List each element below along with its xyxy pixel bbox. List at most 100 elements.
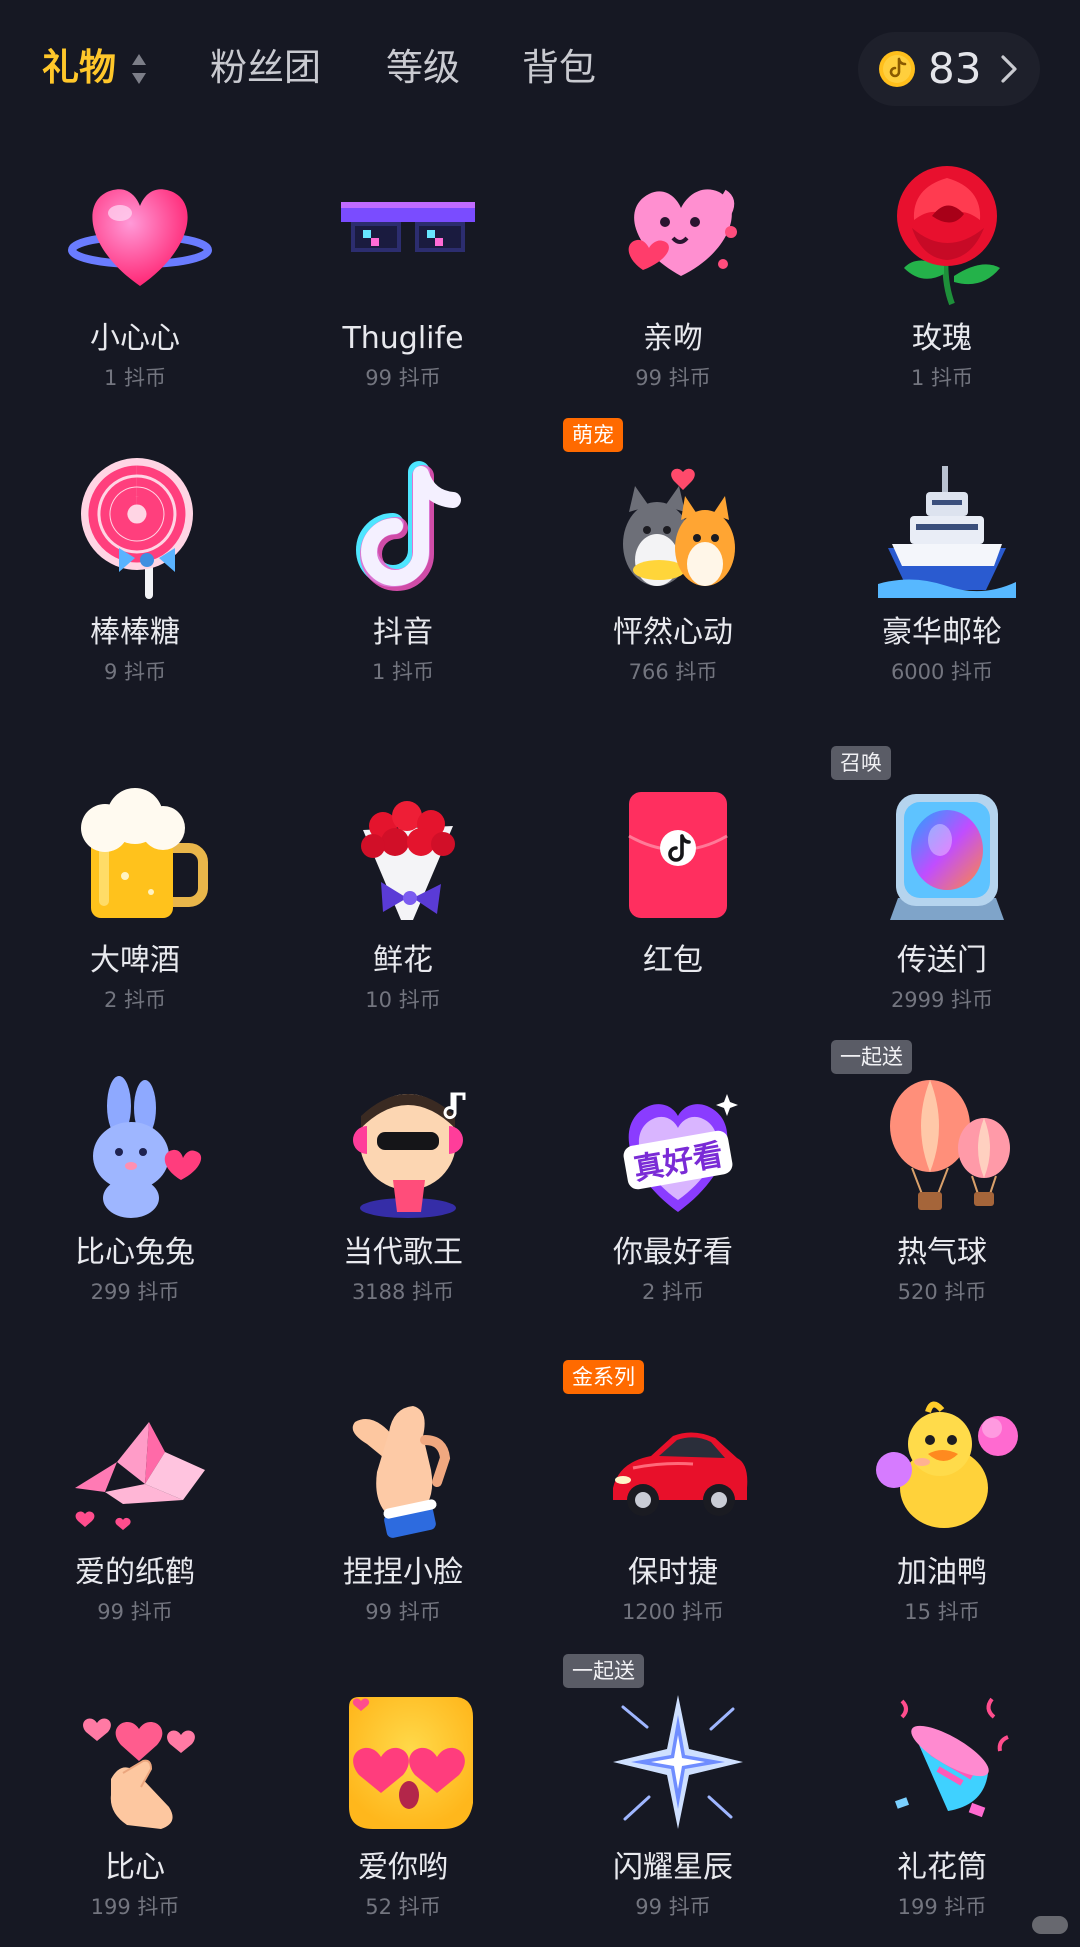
gift-name: 保时捷 — [628, 1555, 718, 1590]
singer-king-icon — [333, 1072, 483, 1222]
gift-name: 传送门 — [897, 943, 987, 978]
gift-tag-badge: 萌宠 — [563, 418, 623, 452]
gift-item[interactable]: 怦然心动 766 抖币 — [553, 452, 793, 712]
gift-item[interactable]: 棒棒糖 9 抖币 — [15, 452, 255, 712]
pinching-hand-icon — [333, 1392, 483, 1542]
gift-price: 2999 抖币 — [890, 988, 994, 1012]
gift-item[interactable]: 保时捷 1200 抖币 — [553, 1392, 793, 1652]
pixel-sunglasses-icon — [333, 158, 483, 308]
gift-price: 1 抖币 — [371, 660, 435, 684]
gift-name: 礼花筒 — [897, 1850, 987, 1885]
cat-and-dog-icon — [603, 452, 753, 602]
gift-tag-badge: 一起送 — [563, 1654, 644, 1688]
gift-price: 10 抖币 — [365, 988, 441, 1012]
paper-crane-icon — [65, 1392, 215, 1542]
kissing-heart-icon — [603, 158, 753, 308]
douyin-logo-icon — [333, 452, 483, 602]
gift-name: 抖音 — [373, 615, 433, 650]
gift-name: 玫瑰 — [912, 321, 972, 356]
gift-item[interactable]: 小心心 1 抖币 — [15, 158, 255, 418]
gift-name: Thuglife — [342, 321, 464, 356]
gift-name: 捏捏小脸 — [343, 1555, 463, 1590]
gift-name: 你最好看 — [613, 1235, 733, 1270]
gift-item[interactable]: 捏捏小脸 99 抖币 — [283, 1392, 523, 1652]
gift-item[interactable]: 大啤酒 2 抖币 — [15, 780, 255, 1040]
gift-item[interactable]: 热气球 520 抖币 — [822, 1072, 1062, 1332]
gift-item[interactable]: 传送门 2999 抖币 — [822, 780, 1062, 1040]
gift-name: 闪耀星辰 — [613, 1850, 733, 1885]
heart-icon — [65, 158, 215, 308]
portal-icon — [872, 780, 1022, 930]
gift-price: 2 抖币 — [641, 1280, 705, 1304]
gift-price: 3188 抖币 — [351, 1280, 455, 1304]
finger-heart-icon — [65, 1687, 215, 1837]
shining-star-icon — [603, 1687, 753, 1837]
cruise-ship-icon — [872, 452, 1022, 602]
gift-item[interactable]: 鲜花 10 抖币 — [283, 780, 523, 1040]
gift-name: 比心 — [105, 1850, 165, 1885]
gift-item[interactable]: 加油鸭 15 抖币 — [822, 1392, 1062, 1652]
gift-price: 99 抖币 — [365, 1600, 441, 1624]
love-face-icon — [333, 1687, 483, 1837]
party-popper-icon — [872, 1687, 1022, 1837]
gift-name: 大啤酒 — [90, 943, 180, 978]
gift-item[interactable]: Thuglife 99 抖币 — [283, 158, 523, 418]
gift-price: 1200 抖币 — [621, 1600, 725, 1624]
red-envelope-icon — [603, 780, 753, 930]
gift-name: 加油鸭 — [897, 1555, 987, 1590]
gift-tag-badge: 一起送 — [831, 1040, 912, 1074]
gift-name: 鲜花 — [373, 943, 433, 978]
watermark — [1032, 1916, 1068, 1934]
bunny-heart-icon — [65, 1072, 215, 1222]
gift-item[interactable]: 亲吻 99 抖币 — [553, 158, 793, 418]
gift-name: 比心兔兔 — [75, 1235, 195, 1270]
gift-grid: 小心心 1 抖币 Thuglife 99 抖币 亲吻 99 抖币 玫瑰 1 抖币 棒棒糖 9 抖币… — [0, 0, 1080, 1941]
gift-price: 199 抖币 — [897, 1895, 987, 1919]
rose-icon — [872, 158, 1022, 308]
flower-bouquet-icon — [333, 780, 483, 930]
gift-name: 亲吻 — [643, 321, 703, 356]
gift-price: 99 抖币 — [635, 366, 711, 390]
gift-name: 爱的纸鹤 — [75, 1555, 195, 1590]
gift-price: 52 抖币 — [365, 1895, 441, 1919]
gift-price: 199 抖币 — [90, 1895, 180, 1919]
gift-name: 怦然心动 — [613, 615, 733, 650]
lollipop-icon — [65, 452, 215, 602]
gift-name: 小心心 — [90, 321, 180, 356]
gift-tag-badge: 金系列 — [563, 1360, 644, 1394]
gift-price: 2 抖币 — [103, 988, 167, 1012]
gift-item[interactable]: 红包 — [553, 780, 793, 1040]
gift-item[interactable]: 当代歌王 3188 抖币 — [283, 1072, 523, 1332]
gift-price: 766 抖币 — [628, 660, 718, 684]
gift-item[interactable]: 闪耀星辰 99 抖币 — [553, 1687, 793, 1947]
gift-item[interactable]: 比心兔兔 299 抖币 — [15, 1072, 255, 1332]
gift-price: 6000 抖币 — [890, 660, 994, 684]
gift-name: 棒棒糖 — [90, 615, 180, 650]
gift-tag-badge: 召唤 — [831, 746, 891, 780]
heart-badge-icon: 真好看 — [603, 1072, 753, 1222]
gift-price: 1 抖币 — [103, 366, 167, 390]
gift-item[interactable]: 玫瑰 1 抖币 — [822, 158, 1062, 418]
gift-price: 99 抖币 — [365, 366, 441, 390]
beer-mug-icon — [65, 780, 215, 930]
gift-name: 当代歌王 — [343, 1235, 463, 1270]
gift-name: 红包 — [643, 943, 703, 978]
cheer-duck-icon — [872, 1392, 1022, 1542]
gift-item[interactable]: 真好看你最好看 2 抖币 — [553, 1072, 793, 1332]
gift-price: 99 抖币 — [97, 1600, 173, 1624]
gift-item[interactable]: 礼花筒 199 抖币 — [822, 1687, 1062, 1947]
gift-price: 299 抖币 — [90, 1280, 180, 1304]
gift-item[interactable]: 比心 199 抖币 — [15, 1687, 255, 1947]
gift-price: 99 抖币 — [635, 1895, 711, 1919]
gift-price: 15 抖币 — [904, 1600, 980, 1624]
gift-name: 爱你哟 — [358, 1850, 448, 1885]
gift-item[interactable]: 爱的纸鹤 99 抖币 — [15, 1392, 255, 1652]
gift-item[interactable]: 爱你哟 52 抖币 — [283, 1687, 523, 1947]
gift-item[interactable]: 豪华邮轮 6000 抖币 — [822, 452, 1062, 712]
hot-air-balloon-icon — [872, 1072, 1022, 1222]
gift-price: 520 抖币 — [897, 1280, 987, 1304]
gift-price: 9 抖币 — [103, 660, 167, 684]
gift-name: 豪华邮轮 — [882, 615, 1002, 650]
gift-name: 热气球 — [897, 1235, 987, 1270]
gift-item[interactable]: 抖音 1 抖币 — [283, 452, 523, 712]
